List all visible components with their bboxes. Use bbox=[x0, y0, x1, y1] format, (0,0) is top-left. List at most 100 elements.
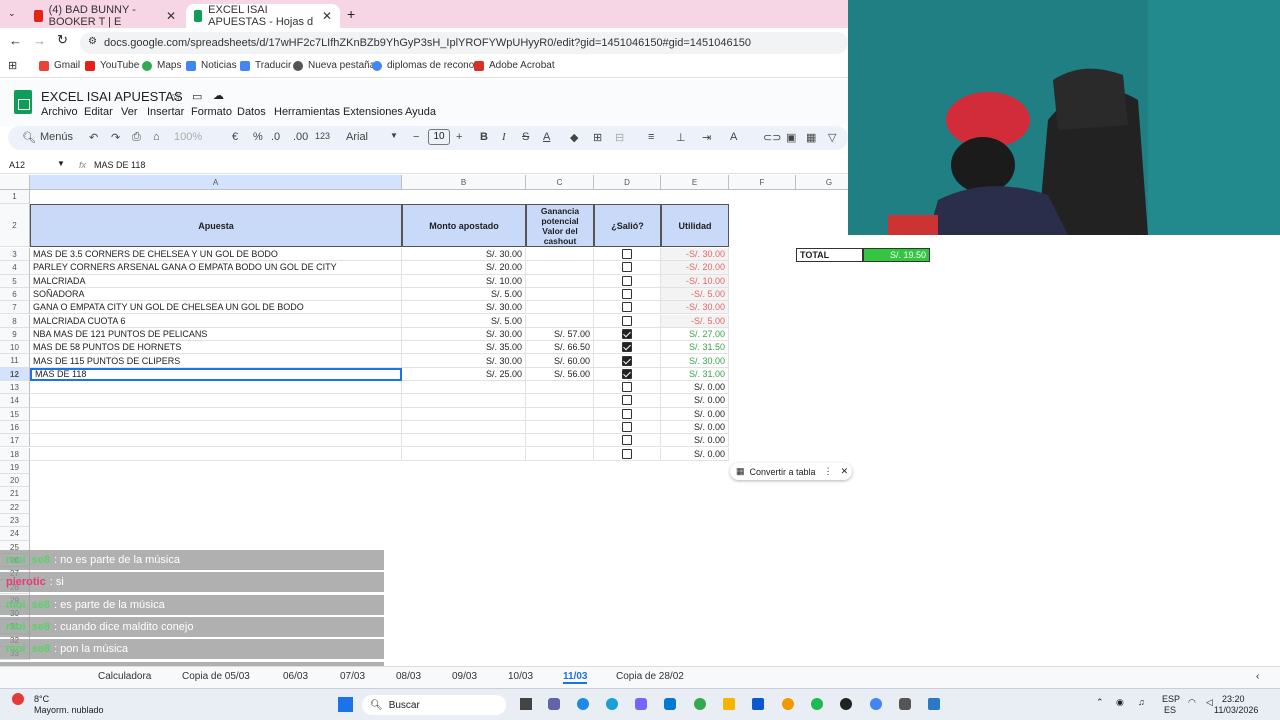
clock-time[interactable]: 23:20 bbox=[1222, 694, 1245, 704]
menu-insertar[interactable]: Insertar bbox=[147, 106, 184, 118]
salio-checkbox[interactable] bbox=[622, 368, 632, 379]
salio-checkbox[interactable] bbox=[622, 262, 632, 273]
header-salio[interactable]: ¿Salió? bbox=[594, 204, 661, 247]
cell-ganancia[interactable]: S/. 56.00 bbox=[526, 367, 594, 381]
star-icon[interactable]: ☆ bbox=[171, 89, 182, 103]
close-icon[interactable]: ✕ bbox=[322, 9, 332, 23]
cell-utilidad[interactable]: S/. 0.00 bbox=[661, 381, 729, 395]
cell-ganancia[interactable] bbox=[526, 394, 594, 408]
cell-utilidad[interactable]: S/. 31.50 bbox=[661, 341, 729, 355]
cell-utilidad[interactable]: S/. 0.00 bbox=[661, 434, 729, 448]
weather-desc[interactable]: Mayorm. nublado bbox=[34, 705, 104, 715]
bookmark-noticias[interactable]: Noticias bbox=[186, 60, 237, 71]
row-header[interactable]: 17 bbox=[0, 434, 30, 448]
row-header[interactable]: 4 bbox=[0, 261, 30, 275]
row-header[interactable]: 13 bbox=[0, 381, 30, 395]
salio-checkbox[interactable] bbox=[622, 328, 632, 339]
menu-archivo[interactable]: Archivo bbox=[41, 106, 78, 118]
borders-icon[interactable]: ⊞ bbox=[593, 131, 602, 144]
cell-ganancia[interactable] bbox=[526, 420, 594, 435]
cell-ganancia[interactable] bbox=[526, 274, 594, 288]
cell-monto[interactable]: S/. 30.00 bbox=[402, 301, 526, 315]
cell-monto[interactable]: S/. 30.00 bbox=[402, 248, 526, 262]
row-header[interactable]: 24 bbox=[0, 527, 30, 541]
cell-apuesta[interactable]: MAS DE 3.5 CORNERS DE CHELSEA Y UN GOL D… bbox=[30, 248, 402, 262]
row-header[interactable]: 16 bbox=[0, 420, 30, 435]
menu-ayuda[interactable]: Ayuda bbox=[405, 106, 436, 118]
cell-apuesta[interactable]: GANA O EMPATA CITY UN GOL DE CHELSEA UN … bbox=[30, 301, 402, 315]
comment-icon[interactable]: ▣ bbox=[786, 131, 796, 144]
cell-monto[interactable]: S/. 30.00 bbox=[402, 327, 526, 342]
browser-tab-badbunny[interactable]: (4) BAD BUNNY - BOOKER T | E ✕ bbox=[26, 4, 184, 28]
cell-utilidad[interactable]: -S/. 5.00 bbox=[661, 287, 729, 302]
new-tab-icon[interactable]: + bbox=[347, 6, 355, 22]
cell-monto[interactable]: S/. 10.00 bbox=[402, 274, 526, 288]
menu-herramientas[interactable]: Herramientas bbox=[274, 106, 340, 118]
game-icon[interactable] bbox=[899, 698, 911, 710]
task-view-icon[interactable] bbox=[520, 698, 532, 710]
salio-checkbox[interactable] bbox=[622, 382, 632, 393]
merge-cells-icon[interactable]: ⊟ bbox=[615, 131, 624, 144]
row-header[interactable]: 10 bbox=[0, 341, 30, 355]
cell-monto[interactable] bbox=[402, 447, 526, 461]
bookmark-gmail[interactable]: Gmail bbox=[39, 60, 80, 71]
total-value[interactable]: S/. 19.50 bbox=[863, 248, 930, 262]
font-size-input[interactable]: 10 bbox=[428, 129, 450, 145]
cell-utilidad[interactable]: S/. 0.00 bbox=[661, 394, 729, 408]
row-header[interactable]: 15 bbox=[0, 407, 30, 421]
cell-apuesta[interactable]: PARLEY CORNERS ARSENAL GANA O EMPATA BOD… bbox=[30, 261, 402, 275]
column-header-f[interactable]: F bbox=[729, 175, 796, 190]
fill-color-icon[interactable]: ◆ bbox=[570, 131, 578, 144]
cell-utilidad[interactable]: S/. 0.00 bbox=[661, 420, 729, 435]
weather-temp[interactable]: 8°C bbox=[34, 694, 49, 704]
lang-primary[interactable]: ESP bbox=[1162, 694, 1180, 704]
total-label[interactable]: TOTAL bbox=[796, 248, 863, 262]
row-header[interactable]: 7 bbox=[0, 301, 30, 315]
row-header[interactable]: 1 bbox=[0, 190, 30, 204]
cell-monto[interactable] bbox=[402, 381, 526, 395]
sheet-tab-copia-0503[interactable]: Copia de 05/03 bbox=[182, 671, 250, 682]
cell-monto[interactable]: S/. 30.00 bbox=[402, 354, 526, 368]
decrease-decimals[interactable]: .0 bbox=[271, 131, 280, 143]
salio-checkbox[interactable] bbox=[622, 249, 632, 260]
strikethrough-icon[interactable]: S bbox=[522, 131, 529, 143]
sheet-tab-0803[interactable]: 08/03 bbox=[396, 671, 421, 682]
chevron-down-icon[interactable]: ▼ bbox=[390, 131, 398, 140]
bookmark-acrobat[interactable]: Adobe Acrobat bbox=[474, 60, 555, 71]
cell-ganancia[interactable] bbox=[526, 447, 594, 461]
print-icon[interactable]: ⎙ bbox=[132, 131, 141, 144]
cell-ganancia[interactable] bbox=[526, 261, 594, 275]
folder-icon[interactable]: ▭ bbox=[192, 90, 202, 103]
cell-utilidad[interactable]: -S/. 30.00 bbox=[661, 248, 729, 262]
cell-utilidad[interactable]: S/. 27.00 bbox=[661, 327, 729, 342]
cell-apuesta[interactable] bbox=[30, 434, 402, 448]
formula-input[interactable]: MAS DE 118 bbox=[94, 160, 145, 170]
cell-utilidad[interactable]: S/. 30.00 bbox=[661, 354, 729, 368]
header-ganancia[interactable]: Ganancia potencial Valor del cashout bbox=[526, 204, 594, 247]
cell-utilidad[interactable]: -S/. 30.00 bbox=[661, 301, 729, 315]
taskbar-search[interactable]: 🔍︎ Buscar bbox=[362, 695, 506, 715]
spotify-icon[interactable] bbox=[811, 698, 823, 710]
link-icon[interactable]: ⊂⊃ bbox=[763, 131, 781, 144]
cell-monto[interactable] bbox=[402, 420, 526, 435]
cell-ganancia[interactable] bbox=[526, 248, 594, 262]
valign-icon[interactable]: ⊥ bbox=[676, 131, 686, 144]
bookmark-youtube[interactable]: YouTube bbox=[85, 60, 139, 71]
column-header-c[interactable]: C bbox=[526, 175, 594, 190]
font-size-decrease[interactable]: − bbox=[413, 131, 419, 143]
teams-chat-icon[interactable] bbox=[635, 698, 647, 710]
cell-apuesta[interactable] bbox=[30, 447, 402, 461]
cell-apuesta[interactable]: NBA MAS DE 121 PUNTOS DE PELICANS bbox=[30, 327, 402, 342]
cell-utilidad[interactable]: -S/. 20.00 bbox=[661, 261, 729, 275]
undo-icon[interactable]: ↶ bbox=[89, 131, 98, 144]
bookmark-diplomas[interactable]: diplomas de recono... bbox=[372, 60, 483, 71]
cell-apuesta[interactable]: MAS DE 118 bbox=[30, 367, 402, 381]
copilot-icon[interactable] bbox=[577, 698, 589, 710]
close-icon[interactable]: ✕ bbox=[166, 9, 176, 23]
row-header[interactable]: 6 bbox=[0, 287, 30, 302]
cell-apuesta[interactable]: SOÑADORA bbox=[30, 287, 402, 302]
text-color-icon[interactable]: A bbox=[543, 131, 550, 143]
cell-apuesta[interactable]: MALCRIADA CUOTA 6 bbox=[30, 314, 402, 328]
cell-utilidad[interactable]: -S/. 5.00 bbox=[661, 314, 729, 328]
row-header[interactable]: 14 bbox=[0, 394, 30, 408]
